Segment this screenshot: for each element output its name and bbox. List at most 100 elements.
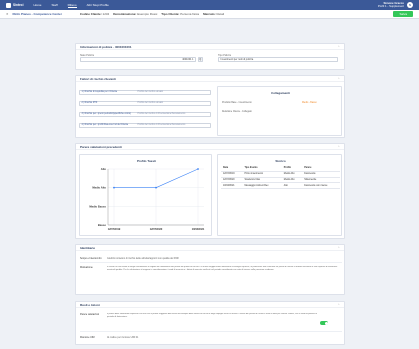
chevron-up-icon[interactable]: ⌃ [337, 77, 340, 81]
risk-name: 2 | Rischio RTF [81, 102, 98, 105]
x-tick-label: 12/07/2019 [108, 228, 121, 231]
row-value: Il cliente ha una storia di lungo invest… [107, 266, 338, 271]
risk-row[interactable]: 4 | Rischio per i profili Rea-one Ind de… [79, 123, 211, 128]
y-tick-label: Medio Alto [92, 186, 106, 190]
card-title: Parere valutazioni precedenti [80, 144, 122, 149]
meta-code-label: Codice Cliente: [79, 12, 102, 16]
link-label: Relazione Cliente - Collegato [222, 111, 252, 113]
risk-level: Profilo del rischio di Precisazione/Scos… [137, 113, 186, 116]
top-navbar: Sinteci Home Staff Rilievo Altri Stupi P… [0, 0, 419, 10]
meta-name-value: Esempio Rossi [137, 12, 158, 16]
meta-market-label: Mercato: [203, 12, 216, 16]
previous-evaluations-header[interactable]: Parere valutazioni precedenti ⌃ [76, 144, 344, 150]
y-tick-label: Basso [98, 223, 106, 227]
risk-name: 1 | Rischio di Liquidita per il Cliente [81, 91, 118, 94]
chevron-up-icon[interactable]: ⌃ [337, 303, 340, 307]
toggle-knob [324, 321, 328, 325]
client-meta: Codice Cliente: 1234 Denominazione: Esem… [80, 12, 224, 16]
meta-market-value: Retail [216, 12, 225, 16]
data-point [155, 186, 157, 189]
profile-line-chart: Profilo Tuesti Basso Medio Basso Medio Alto… [89, 159, 205, 231]
risk-factors-header[interactable]: Fattori di rischio rilevanti ⌃ [76, 76, 344, 82]
identity-row: Scopo e Intento-Info Giudizio sintetico d… [80, 255, 342, 263]
page-title: Rinfo Pianeo - Competence Center [12, 12, 62, 16]
risk-row[interactable]: 1 | Rischio di Liquidita per il Cliente P… [79, 90, 211, 95]
logo-icon [6, 2, 11, 8]
history-table: Data Tipo Evento Profilo Parere 12/07/20… [221, 166, 340, 190]
row-key: Riunione UIM [80, 336, 95, 339]
meta-code-value: 1234 [102, 12, 110, 16]
link-label: Prodotto Base - Investimento [222, 102, 252, 104]
row-key: Motivazione [80, 266, 93, 269]
card-title: Fattori di rischio rilevanti [80, 76, 116, 81]
card-title: Identikarie [80, 245, 96, 250]
policy-number-field[interactable]: 4001001 1 [80, 57, 196, 62]
chevron-up-icon[interactable]: ⌃ [337, 45, 340, 49]
roles-card: Ruoli e Azioni ⌃ Parere valutazioni Il pro… [75, 301, 345, 345]
row-key: Scopo e Intento-Info [80, 257, 102, 260]
save-button[interactable]: Salva [393, 10, 413, 18]
roles-row: Parere valutazioni Il profilo delle valut… [80, 312, 342, 332]
risk-row[interactable]: 3 | Rischio per i premi periodici(specif… [79, 112, 211, 117]
app-logo[interactable]: Sinteci [6, 2, 24, 8]
y-tick-label: Medio Basso [89, 204, 106, 208]
risk-level: Profilo del rischio elevato [137, 91, 164, 94]
risk-name: 3 | Rischio per i premi periodici(specif… [81, 113, 131, 116]
meta-type-value: Persona fisica [180, 12, 200, 16]
risk-row[interactable]: 2 | Rischio RTF Profilo del rischio eleva… [79, 101, 211, 106]
chevron-up-icon[interactable]: ⌃ [337, 246, 340, 250]
table-row[interactable]: 10/03/2021 Messaggio indirect Rev. Alto Fav… [221, 182, 340, 190]
card-title: Informazioni di polizza - 4001001001 [80, 44, 132, 49]
roles-header[interactable]: Ruoli e Azioni ⌃ [76, 302, 344, 308]
risk-name: 4 | Rischio per i profili Rea-one Ind de… [81, 124, 129, 127]
cell: Alto [281, 182, 303, 190]
row-value: Il profilo delle valutazioni espresse su… [107, 313, 317, 318]
identity-row: Motivazione Il cliente ha una storia di l… [80, 265, 342, 292]
chart-panel: Profilo Tuesti Basso Medio Basso Medio Alto… [79, 154, 212, 236]
cell: Favorevole con riserve [302, 182, 340, 190]
identity-card: Identikarie ⌃ Scopo e Intento-Info Giudizi… [75, 244, 345, 295]
data-point [113, 186, 115, 189]
toggle-switch[interactable] [320, 321, 328, 325]
links-title: Collegamenti [271, 91, 290, 95]
cell: Messaggio indirect Rev. [242, 182, 282, 190]
x-tick-label: 10/03/2021 [192, 228, 205, 231]
app-name: Sinteci [13, 3, 24, 7]
row-value: Al codice per riunione UIM 01 [107, 336, 139, 339]
row-key: Parere valutazioni [80, 313, 100, 316]
identity-header[interactable]: Identikarie ⌃ [76, 245, 344, 251]
history-panel: Storico Data Tipo Evento Profilo Parere … [217, 154, 342, 236]
close-icon[interactable]: ✕ [6, 12, 9, 16]
policy-type-select[interactable]: Investimenti per ruoli di polizza [218, 57, 338, 62]
nav-home[interactable]: Home [33, 3, 41, 8]
links-panel: Collegamenti Prodotto Base - Investiment… [217, 86, 342, 136]
chevron-up-icon[interactable]: ⌃ [337, 145, 340, 149]
search-button[interactable]: Q [198, 57, 203, 62]
avatar[interactable]: S [407, 2, 413, 8]
risk-level: Profilo del rischio elevato [137, 102, 164, 105]
policy-info-card: Informazioni di polizza - 4001001001 ⌃ St… [75, 43, 345, 70]
nav-altri[interactable]: Altri Stupi Profile [87, 3, 109, 8]
nav-rilievo[interactable]: Rilievo [67, 3, 77, 8]
nav-staff[interactable]: Staff [51, 3, 57, 8]
previous-evaluations-card: Parere valutazioni precedenti ⌃ Profilo T… [75, 143, 345, 239]
chart-title: Profilo Tuesti [137, 159, 156, 163]
row-value: Giudizio sintetico di rischio delle atti… [107, 257, 179, 260]
link-value: Medio - Basso [302, 102, 317, 104]
meta-name-label: Denominazione: [113, 12, 137, 16]
history-title: Storico [275, 159, 286, 163]
main-nav: Home Staff Rilievo Altri Stupi Profile [33, 3, 109, 8]
policy-info-header[interactable]: Informazioni di polizza - 4001001001 ⌃ [76, 44, 344, 50]
context-bar: ✕ Rinfo Pianeo - Competence Center Codic… [0, 10, 419, 19]
card-title: Ruoli e Azioni [80, 302, 100, 307]
roles-row: Riunione UIM Al codice per riunione UIM 0… [80, 334, 342, 341]
meta-type-label: Tipo Cliente: [161, 12, 180, 16]
y-tick-label: Alto [101, 167, 107, 171]
user-menu[interactable]: Simone Gracco Profil 1 - Supplement S [377, 1, 413, 9]
risk-factors-card: Fattori di rischio rilevanti ⌃ 1 | Rischi… [75, 75, 345, 138]
data-point [197, 168, 199, 170]
cell: 10/03/2021 [221, 182, 243, 190]
risk-level: Profilo del rischio di Precisazione/Scos… [137, 124, 186, 127]
user-role: Profil 1 - Supplement [377, 4, 404, 8]
x-tick-label: 12/07/2020 [150, 228, 163, 231]
